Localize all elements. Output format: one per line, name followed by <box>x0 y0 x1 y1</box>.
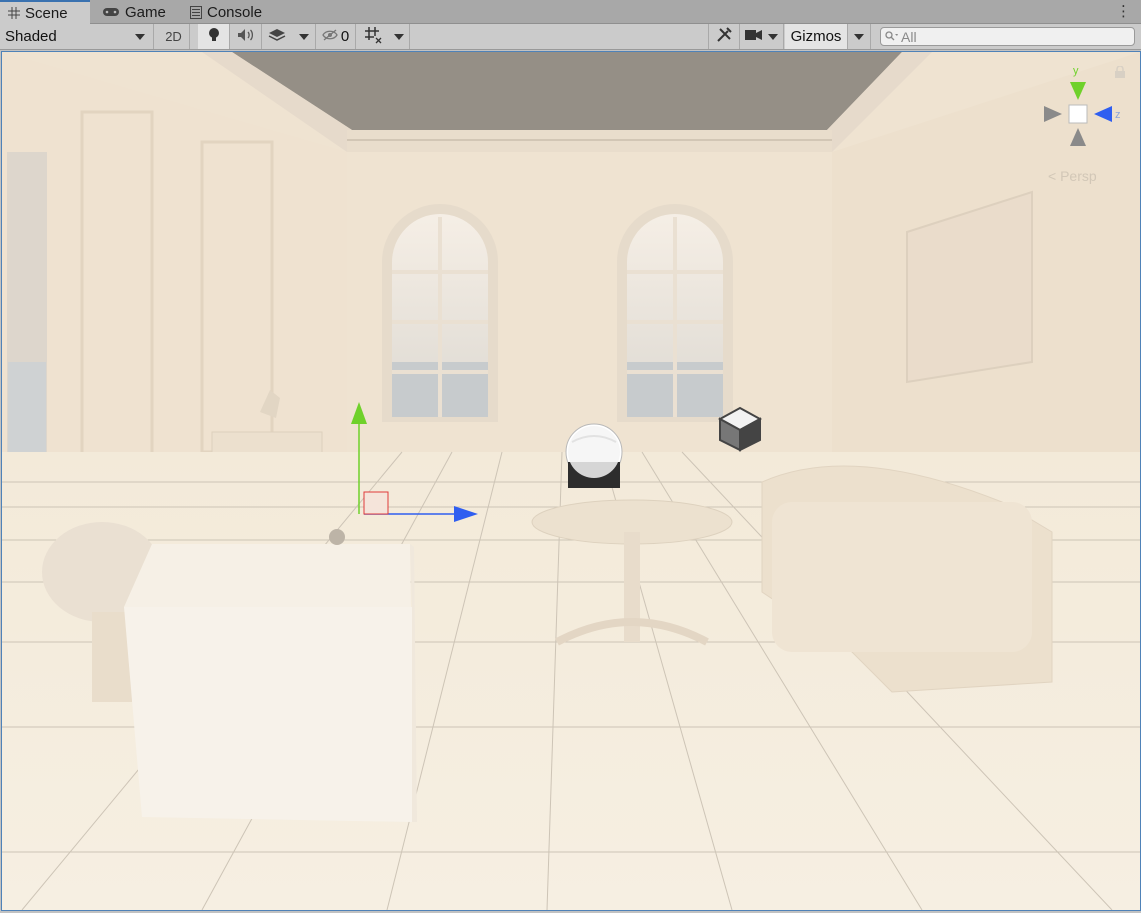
orientation-gizmo[interactable]: y z <box>1032 62 1122 162</box>
search-field[interactable] <box>880 27 1135 46</box>
toggle-2d-label: 2D <box>165 29 182 44</box>
chevron-down-icon <box>768 33 778 40</box>
lock-icon[interactable] <box>1114 65 1126 83</box>
search-input[interactable] <box>901 28 1121 45</box>
more-options-icon[interactable]: ⋮ <box>1116 2 1131 20</box>
lightbulb-icon <box>208 27 220 47</box>
grid-dropdown[interactable] <box>388 24 410 49</box>
gizmo-axis-y: y <box>1073 65 1079 77</box>
chevron-down-icon <box>393 33 404 40</box>
search-icon <box>885 28 898 46</box>
chevron-left-icon: < <box>1048 168 1057 184</box>
chevron-down-icon <box>854 33 864 40</box>
gamepad-icon <box>102 6 120 18</box>
chevron-down-icon <box>135 33 145 40</box>
player-gizmo <box>565 423 623 488</box>
eye-slash-icon <box>322 28 338 45</box>
chevron-down-icon <box>298 33 309 40</box>
tab-console[interactable]: Console <box>182 0 282 24</box>
tools-icon <box>715 26 733 48</box>
gizmo-axis-z: z <box>1115 109 1121 121</box>
effects-dropdown[interactable] <box>292 24 316 49</box>
toggle-2d-button[interactable]: 2D <box>158 24 190 49</box>
scene-toolbar: Shaded 2D 0 Gizmos All <box>0 24 1141 50</box>
draw-mode-dropdown[interactable]: Shaded <box>0 24 154 49</box>
gizmos-dropdown[interactable] <box>847 24 871 49</box>
tab-scene-label: Scene <box>25 4 68 22</box>
camera-settings-dropdown[interactable] <box>740 24 784 49</box>
speaker-icon <box>237 28 255 46</box>
effects-toggle[interactable] <box>262 24 292 49</box>
tab-bar: Scene Game Console ⋮ <box>0 0 1141 24</box>
hidden-count: 0 <box>340 28 350 45</box>
scene-render <box>2 52 1140 910</box>
layers-icon <box>268 28 286 46</box>
scene-viewport[interactable]: y z < Persp <box>1 51 1141 911</box>
projection-label: Persp <box>1060 168 1097 184</box>
tab-scene[interactable]: Scene <box>0 0 90 24</box>
tab-game[interactable]: Game <box>94 0 174 24</box>
console-icon <box>190 5 202 19</box>
tab-console-label: Console <box>207 3 263 21</box>
projection-toggle[interactable]: < Persp <box>1048 168 1097 184</box>
grid-icon <box>8 7 20 19</box>
tab-game-label: Game <box>125 3 166 21</box>
gizmos-button[interactable]: Gizmos <box>785 24 847 49</box>
lighting-toggle[interactable] <box>198 24 230 49</box>
gizmos-label: Gizmos <box>790 28 842 45</box>
hidden-objects-toggle[interactable]: 0 <box>316 24 356 49</box>
tools-button[interactable] <box>708 24 740 49</box>
grid-snap-toggle[interactable] <box>358 24 388 49</box>
audio-toggle[interactable] <box>230 24 262 49</box>
grid-snap-icon <box>364 26 382 48</box>
draw-mode-label: Shaded <box>5 28 57 45</box>
camera-icon <box>745 28 763 45</box>
